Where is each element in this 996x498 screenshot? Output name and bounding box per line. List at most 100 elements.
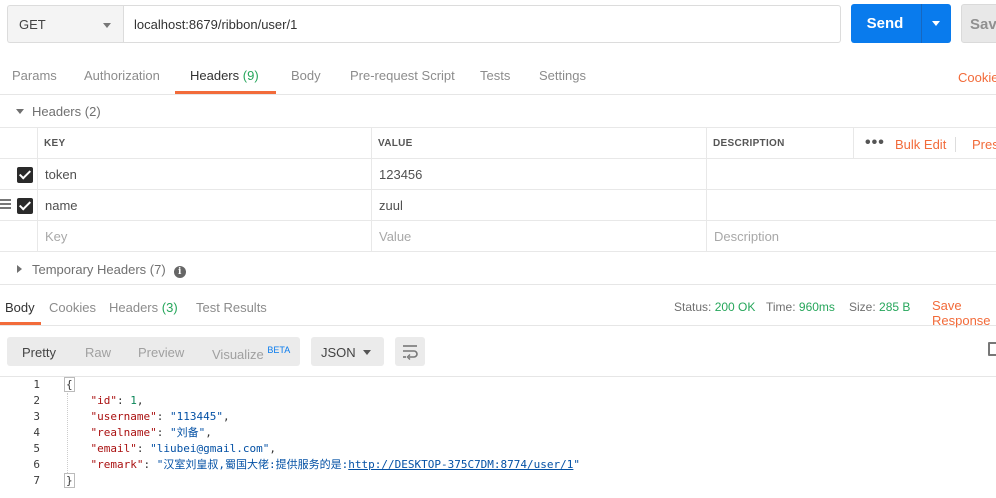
json-value: "刘备"	[169, 426, 206, 439]
tab-count: (3)	[161, 300, 178, 315]
presets-link[interactable]: Presets	[972, 137, 996, 152]
response-tabs: Body Cookies Headers (3) Test Results St…	[0, 290, 996, 328]
code-line: "realname": "刘备",	[90, 426, 212, 439]
tab-response-headers[interactable]: Headers (3)	[109, 300, 178, 315]
send-label: Send	[866, 15, 904, 32]
tab-response-cookies[interactable]: Cookies	[49, 300, 96, 315]
table-row: token 123456	[0, 159, 996, 190]
headers-table: KEY VALUE DESCRIPTION ••• Bulk Edit Pres…	[0, 127, 996, 252]
method-select[interactable]: GET	[7, 5, 123, 43]
tab-count: (9)	[242, 68, 259, 83]
copy-icon[interactable]	[988, 342, 996, 356]
headers-title: Headers	[32, 104, 82, 119]
json-key: "id"	[90, 394, 118, 407]
code-line: "id": 1,	[90, 394, 144, 407]
description-cell[interactable]	[706, 190, 996, 220]
description-cell[interactable]	[706, 159, 996, 189]
pretty-button[interactable]: Pretty	[22, 345, 56, 360]
key-cell[interactable]: name	[37, 190, 371, 220]
time-value[interactable]: 960ms	[799, 300, 835, 314]
bulk-edit-link[interactable]: Bulk Edit	[895, 137, 956, 152]
visualize-label: Visualize	[212, 347, 264, 362]
tab-tests[interactable]: Tests	[480, 68, 510, 83]
line-number: 4	[33, 426, 40, 439]
time-label: Time:	[766, 300, 796, 314]
cookies-link[interactable]: Cookies	[958, 70, 996, 85]
line-number: 2	[33, 394, 40, 407]
info-icon[interactable]: i	[173, 266, 186, 278]
send-divider	[921, 4, 922, 43]
cell-value: 123456	[379, 167, 423, 182]
json-link[interactable]: http://DESKTOP-375C7DM:8774/user/1	[348, 458, 573, 471]
status-value[interactable]: 200 OK	[715, 300, 756, 314]
tab-label: Params	[12, 68, 57, 83]
status-label: Status:	[674, 300, 712, 314]
tab-label: Pre-request Script	[350, 68, 455, 83]
save-response-button[interactable]: Save Response	[932, 298, 996, 328]
visualize-button[interactable]: Visualize BETA	[212, 345, 290, 362]
caret-down-icon	[16, 109, 24, 114]
value-column-header: VALUE	[371, 128, 706, 158]
url-input[interactable]: localhost:8679/ribbon/user/1	[123, 5, 841, 43]
tab-authorization[interactable]: Authorization	[84, 68, 160, 83]
json-key: "realname"	[90, 426, 157, 439]
save-label: Save	[970, 16, 996, 33]
cell-value: name	[45, 198, 78, 213]
code-line: }	[64, 473, 996, 489]
send-button[interactable]: Send	[851, 4, 951, 43]
column-label: VALUE	[378, 138, 413, 149]
chevron-down-icon	[363, 350, 371, 355]
column-label: KEY	[44, 138, 66, 149]
url-value: localhost:8679/ribbon/user/1	[134, 17, 298, 32]
key-cell[interactable]: token	[37, 159, 371, 189]
save-button[interactable]: Save	[961, 4, 996, 43]
tab-pre-request-script[interactable]: Pre-request Script	[350, 68, 455, 83]
status-info: Status: 200 OK	[674, 300, 755, 314]
value-cell[interactable]: 123456	[371, 159, 706, 189]
column-label: DESCRIPTION	[713, 138, 785, 149]
send-options-chevron-icon[interactable]	[932, 21, 940, 26]
temporary-headers-title: Temporary Headers	[32, 262, 147, 277]
response-body-editor[interactable]: 1 2 3 4 5 6 7 { "id": 1, "username": "11…	[0, 376, 996, 498]
placeholder: Description	[714, 229, 780, 244]
code-lines: { "id": 1, "username": "113445", "realna…	[64, 377, 996, 489]
close-brace: }	[64, 473, 75, 488]
tab-headers[interactable]: Headers (9)	[190, 68, 259, 83]
active-tab-indicator	[175, 91, 276, 94]
table-actions: ••• Bulk Edit Presets	[853, 128, 996, 158]
json-value: 1	[130, 394, 137, 407]
code-line: "email": "liubei@gmail.com",	[90, 442, 276, 455]
time-info: Time: 960ms	[766, 300, 835, 314]
caret-right-icon	[17, 265, 22, 273]
headers-section-toggle[interactable]: Headers (2)	[16, 104, 101, 119]
placeholder: Value	[379, 229, 412, 244]
value-cell[interactable]: zuul	[371, 190, 706, 220]
wrap-lines-button[interactable]	[395, 337, 425, 366]
tab-label: Tests	[480, 68, 511, 83]
request-bar: GET localhost:8679/ribbon/user/1 Send Sa…	[0, 0, 996, 50]
tab-response-body[interactable]: Body	[5, 300, 35, 315]
drag-handle-icon[interactable]	[0, 199, 11, 210]
raw-button[interactable]: Raw	[85, 345, 111, 360]
language-select[interactable]: JSON	[311, 337, 384, 366]
size-value[interactable]: 285 B	[879, 300, 910, 314]
key-input[interactable]: Key	[37, 221, 371, 251]
tab-label: Headers	[190, 68, 240, 83]
section-divider	[0, 284, 996, 285]
more-options-icon[interactable]: •••	[865, 134, 885, 152]
header-enabled-checkbox[interactable]	[17, 198, 33, 214]
tab-settings[interactable]: Settings	[539, 68, 586, 83]
size-label: Size:	[849, 300, 876, 314]
preview-button[interactable]: Preview	[138, 345, 184, 360]
header-enabled-checkbox[interactable]	[17, 167, 33, 183]
format-toggle-group: Pretty Raw Preview Visualize BETA	[7, 337, 300, 366]
value-input[interactable]: Value	[371, 221, 706, 251]
line-number: 5	[33, 442, 40, 455]
line-number: 3	[33, 410, 40, 423]
temporary-headers-toggle[interactable]: Temporary Headers (7) i	[17, 262, 186, 278]
tab-body[interactable]: Body	[291, 68, 321, 83]
tab-params[interactable]: Params	[12, 68, 57, 83]
tab-test-results[interactable]: Test Results	[196, 300, 267, 315]
beta-badge: BETA	[267, 345, 291, 355]
description-input[interactable]: Description	[706, 221, 996, 251]
